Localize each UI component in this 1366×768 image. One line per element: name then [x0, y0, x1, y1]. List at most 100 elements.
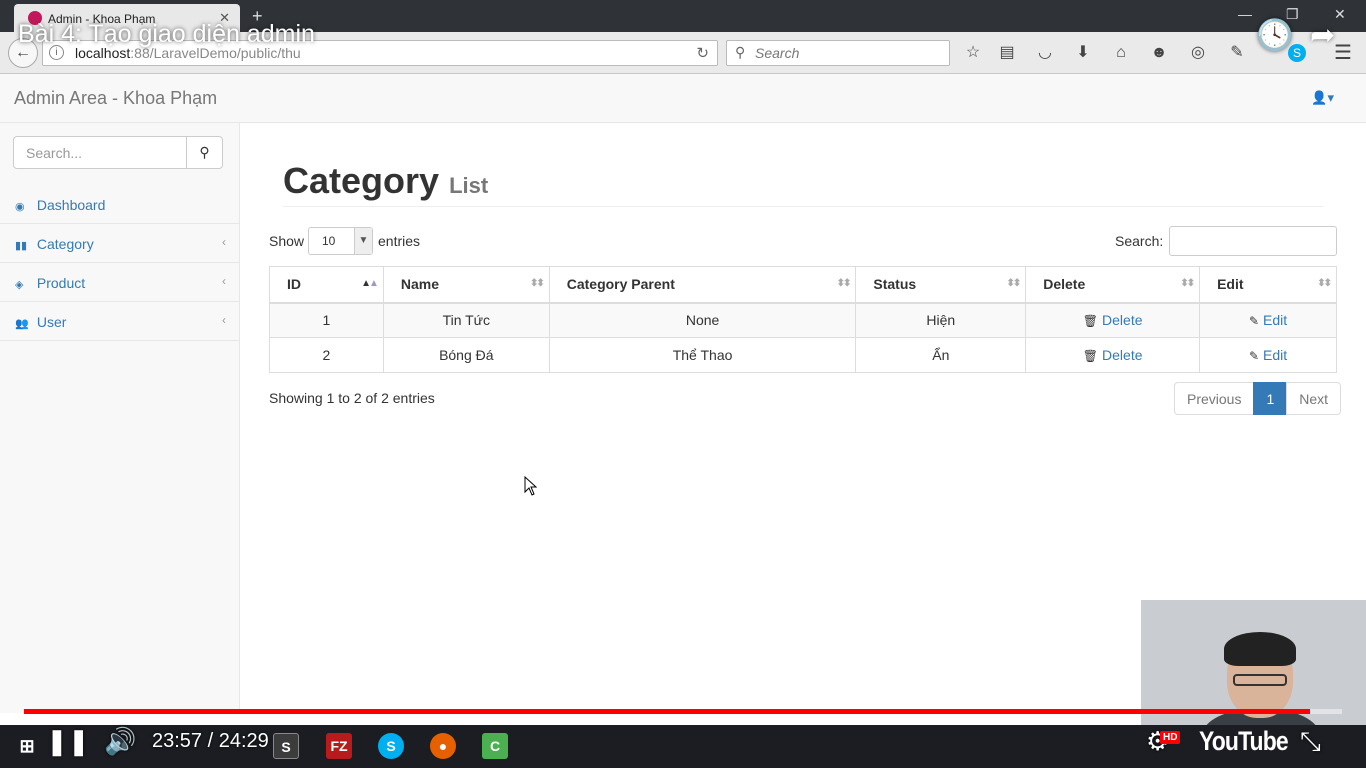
sidebar-item-user[interactable]: 👥 User ‹ — [0, 302, 240, 341]
camtasia-taskbar-icon[interactable]: C — [482, 733, 508, 759]
video-time: 23:57 / 24:29 — [152, 730, 269, 752]
cell-edit: ✎ Edit — [1199, 337, 1337, 373]
mouse-cursor-icon — [524, 476, 538, 496]
cell-parent: None — [548, 302, 857, 338]
table-row: 2 Bóng Đá Thể Thao Ẩn 🗑 Delete ✎ Edit — [269, 337, 1337, 373]
youtube-logo[interactable]: YouTube — [1199, 726, 1289, 757]
entries-label: entries — [378, 233, 421, 249]
sidebar-item-dashboard[interactable]: ◉ Dashboard — [0, 185, 240, 224]
admin-brand[interactable]: Admin Area - Khoa Phạm — [14, 88, 217, 109]
watch-later-icon[interactable]: 🕓 — [1256, 18, 1293, 53]
delete-label: Delete — [1102, 347, 1143, 363]
browser-search-placeholder: Search — [755, 45, 800, 61]
edit-label: Edit — [1263, 312, 1288, 329]
category-table: ID ▲▲ Name ⬍⬍ Category Parent ⬍⬍ Status ⬍⬍ D… — [269, 266, 1337, 373]
sort-icon: ⬍⬍ — [529, 278, 545, 289]
sidebar-item-label: User — [36, 314, 67, 330]
sidebar-search-button[interactable]: ⚲ — [186, 136, 223, 169]
column-header-delete[interactable]: Delete ⬍⬍ — [1025, 266, 1201, 304]
volume-icon[interactable]: 🔊 — [104, 726, 136, 757]
presenter-hair — [1224, 632, 1296, 666]
sort-icon: ⬍⬍ — [1180, 278, 1195, 289]
cell-status: Ẩn — [855, 337, 1027, 373]
admin-navbar: Admin Area - Khoa Phạm 👤▾ — [0, 74, 1366, 123]
column-header-label: Category Parent — [566, 276, 675, 293]
pause-icon[interactable]: ❚❚ — [46, 726, 90, 757]
video-title[interactable]: Bài 4: Tạo giao diện admin — [18, 20, 315, 49]
addon-icon[interactable]: ◎ — [1187, 42, 1209, 64]
download-icon[interactable]: ⬇ — [1072, 42, 1094, 64]
table-header-row: ID ▲▲ Name ⬍⬍ Category Parent ⬍⬍ Status ⬍⬍ D… — [269, 266, 1337, 304]
chat-icon[interactable]: ☻ — [1148, 42, 1170, 64]
sort-icon: ⬍⬍ — [836, 278, 852, 289]
search-icon: ⚲ — [199, 144, 210, 160]
delete-label: Delete — [1102, 312, 1143, 329]
video-progress-bar[interactable] — [24, 709, 1342, 714]
cell-delete: 🗑 Delete — [1025, 302, 1201, 338]
column-header-category-parent[interactable]: Category Parent ⬍⬍ — [548, 266, 857, 304]
chevron-left-icon: ‹ — [222, 235, 226, 249]
table-search-input[interactable] — [1169, 226, 1337, 256]
trash-icon: 🗑 — [1082, 349, 1099, 363]
bookmark-star-icon[interactable]: ☆ — [962, 42, 984, 64]
cell-edit: ✎ Edit — [1199, 302, 1337, 338]
column-header-name[interactable]: Name ⬍⬍ — [382, 266, 550, 304]
hd-badge: HD — [1160, 731, 1181, 744]
cell-id: 2 — [269, 337, 384, 373]
skype-taskbar-icon[interactable]: S — [378, 733, 404, 759]
minimize-icon[interactable]: — — [1238, 6, 1252, 22]
user-dropdown-icon[interactable]: 👤▾ — [1311, 90, 1334, 106]
reload-icon[interactable]: ↻ — [696, 44, 709, 62]
cell-id: 1 — [269, 302, 384, 338]
menu-icon[interactable]: ☰ — [1332, 42, 1354, 64]
pagination: Previous 1 Next — [1174, 382, 1342, 415]
close-window-icon[interactable]: ✕ — [1334, 6, 1346, 23]
search-icon: ⚲ — [735, 44, 746, 60]
firefox-taskbar-icon[interactable]: ● — [430, 733, 456, 759]
sort-icon: ⬍⬍ — [1006, 278, 1021, 289]
pocket-icon[interactable]: ◡ — [1034, 42, 1056, 64]
home-icon[interactable]: ⌂ — [1110, 42, 1132, 64]
sidebar-item-label: Product — [36, 275, 86, 291]
edit-link[interactable]: ✎ Edit — [1249, 347, 1287, 363]
share-icon[interactable]: ➦ — [1310, 18, 1335, 53]
presenter-glasses — [1233, 674, 1287, 686]
page-subtitle: List — [449, 173, 489, 198]
page-button-current[interactable]: 1 — [1253, 382, 1288, 415]
sidebar-search-input[interactable]: Search... — [13, 136, 187, 169]
eyedropper-icon[interactable]: ✎ — [1226, 42, 1248, 64]
column-header-label: Name — [400, 276, 440, 293]
next-button[interactable]: Next — [1286, 382, 1342, 415]
column-header-label: Status — [873, 276, 917, 293]
column-header-status[interactable]: Status ⬍⬍ — [855, 266, 1027, 304]
reading-list-icon[interactable]: ▤ — [996, 42, 1018, 64]
sublime-taskbar-icon[interactable]: S — [273, 733, 299, 759]
sidebar-item-label: Category — [36, 236, 94, 252]
title-divider — [283, 206, 1323, 207]
chevron-left-icon: ‹ — [222, 313, 226, 327]
cell-parent: Thể Thao — [548, 337, 857, 373]
sidebar-item-category[interactable]: ▮▮ Category ‹ — [0, 224, 240, 263]
delete-link[interactable]: 🗑 Delete — [1083, 312, 1143, 328]
page-length-select[interactable]: 10 ▼ — [308, 227, 373, 255]
dashboard-icon: ◉ — [15, 201, 25, 213]
edit-link[interactable]: ✎ Edit — [1249, 312, 1287, 328]
windows-start-icon[interactable]: ⊞ — [14, 733, 40, 759]
sidebar-item-product[interactable]: ◈ Product ‹ — [0, 263, 240, 302]
table-info: Showing 1 to 2 of 2 entries — [269, 390, 435, 406]
browser-search-input[interactable]: ⚲ Search — [726, 40, 950, 66]
delete-link[interactable]: 🗑 Delete — [1083, 347, 1143, 363]
cell-name: Tin Tức — [382, 302, 550, 338]
edit-label: Edit — [1263, 347, 1288, 363]
column-header-id[interactable]: ID ▲▲ — [269, 266, 384, 304]
sidebar-item-label: Dashboard — [36, 197, 106, 213]
users-icon: 👥 — [15, 318, 29, 330]
pencil-icon: ✎ — [1248, 314, 1259, 329]
previous-button[interactable]: Previous — [1174, 382, 1255, 415]
pencil-icon: ✎ — [1248, 349, 1259, 363]
exit-fullscreen-icon[interactable]: ⤡ — [1300, 726, 1321, 758]
filezilla-taskbar-icon[interactable]: FZ — [326, 733, 352, 759]
video-progress-fill — [24, 709, 1311, 714]
page-title-text: Category — [283, 160, 440, 201]
column-header-edit[interactable]: Edit ⬍⬍ — [1199, 266, 1337, 304]
